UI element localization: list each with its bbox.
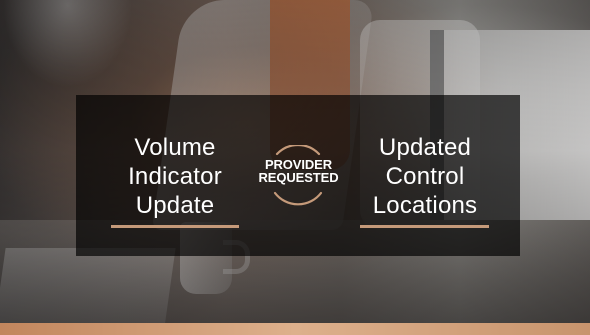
left-feature-line-1: Volume	[134, 134, 216, 161]
badge-line-2: REQUESTED	[258, 170, 339, 185]
left-feature-line-2: Indicator	[128, 163, 222, 190]
left-feature-underline	[111, 225, 239, 228]
left-feature-title: Volume Indicator Update	[111, 133, 239, 220]
left-feature-line-3: Update	[135, 192, 215, 219]
slide-screenshot: Volume Indicator Update PROVIDER REQUEST…	[0, 0, 590, 335]
provider-requested-badge: PROVIDER REQUESTED	[249, 145, 348, 209]
right-feature-line-1: Updated	[378, 134, 472, 161]
right-feature-title: Updated Control Locations	[362, 133, 488, 220]
bottom-accent-bar	[0, 323, 590, 335]
right-feature-underline	[360, 225, 489, 228]
right-feature-line-3: Locations	[372, 192, 478, 219]
right-feature-line-2: Control	[385, 163, 465, 190]
